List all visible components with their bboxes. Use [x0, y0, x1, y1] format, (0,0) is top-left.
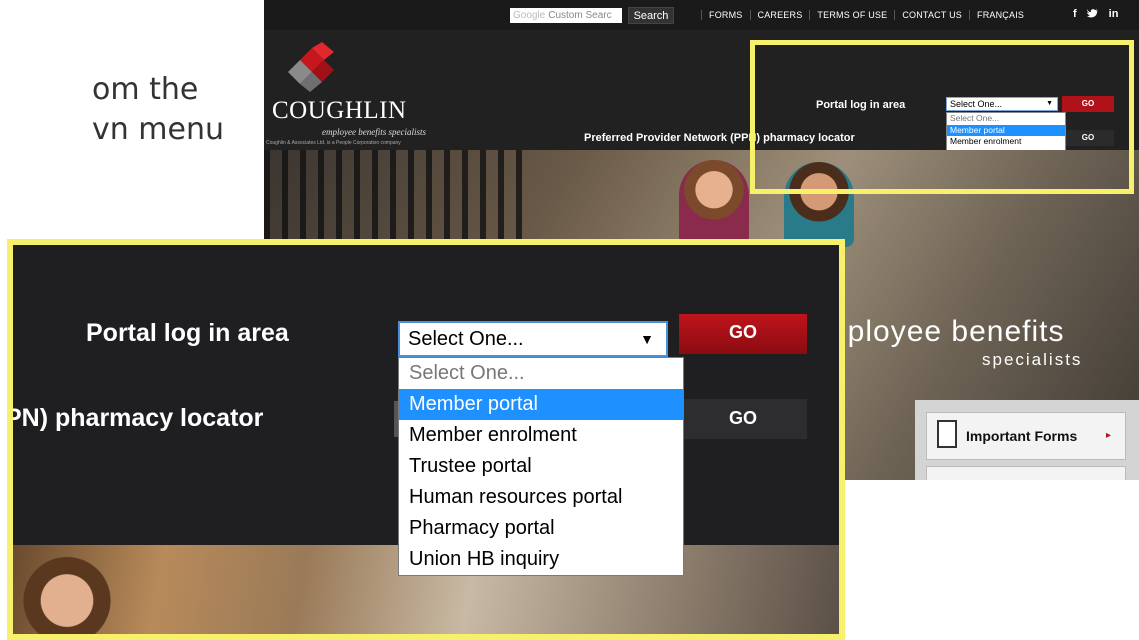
facebook-icon[interactable]: f: [1073, 8, 1077, 22]
zoom-portal-select[interactable]: Select One... ▼: [398, 321, 668, 357]
important-forms-label[interactable]: Important Forms: [966, 428, 1077, 444]
nav-francais[interactable]: FRANÇAIS: [969, 10, 1031, 20]
zoom-portal-dropdown-list: Select One... Member portal Member enrol…: [398, 357, 684, 576]
google-brand: Google: [513, 10, 546, 21]
hero-subheadline: specialists: [982, 350, 1083, 369]
search-placeholder: Custom Searc: [548, 10, 612, 21]
slide-text: om the vn menu: [92, 70, 224, 150]
zoom-ppn-label: PN) pharmacy locator: [7, 404, 264, 432]
top-nav: FORMS CAREERS TERMS OF USE CONTACT US FR…: [701, 10, 1031, 20]
zoom-option-member-enrolment[interactable]: Member enrolment: [399, 420, 683, 451]
nav-forms[interactable]: FORMS: [701, 10, 750, 20]
hero-headline: nployee benefits: [830, 315, 1065, 348]
coughlin-logo-icon: [288, 42, 334, 92]
zoom-inset: Portal log in area PN) pharmacy locator …: [7, 239, 845, 640]
logo-name[interactable]: COUGHLIN: [272, 97, 407, 125]
search-input[interactable]: Google Custom Searc: [510, 8, 622, 23]
zoom-option-member-portal[interactable]: Member portal: [399, 389, 683, 420]
top-bar: Google Custom Searc Search FORMS CAREERS …: [264, 0, 1139, 30]
zoom-child: [13, 545, 133, 634]
hero-child-1: [679, 160, 749, 245]
slide-line-2: vn menu: [92, 112, 225, 147]
nav-contact[interactable]: CONTACT US: [894, 10, 969, 20]
forms-arrow-icon: ▸: [1106, 430, 1112, 441]
slide-line-1: om the: [92, 72, 199, 107]
zoom-option-pharmacy-portal[interactable]: Pharmacy portal: [399, 513, 683, 544]
search-button[interactable]: Search: [628, 7, 674, 24]
zoom-option-hr-portal[interactable]: Human resources portal: [399, 482, 683, 513]
second-card[interactable]: [926, 466, 1126, 480]
zoom-portal-label: Portal log in area: [86, 319, 289, 347]
highlight-box-small: [750, 40, 1134, 194]
zoom-portal-go-button[interactable]: GO: [679, 314, 807, 354]
zoom-option-select-one[interactable]: Select One...: [399, 358, 683, 389]
linkedin-icon[interactable]: in: [1109, 8, 1119, 22]
zoom-option-trustee-portal[interactable]: Trustee portal: [399, 451, 683, 482]
document-icon: [937, 420, 957, 448]
logo-tagline: employee benefits specialists: [322, 127, 426, 137]
zoom-option-union-hb[interactable]: Union HB inquiry: [399, 544, 683, 575]
fence-decoration: [264, 150, 534, 250]
zoom-portal-select-value: Select One...: [408, 328, 524, 350]
zoom-dropdown-arrow-icon: ▼: [640, 331, 654, 347]
nav-terms[interactable]: TERMS OF USE: [809, 10, 894, 20]
zoom-ppn-go-button[interactable]: GO: [679, 399, 807, 439]
nav-careers[interactable]: CAREERS: [749, 10, 810, 20]
social-links: f in: [1073, 8, 1118, 22]
logo-subline: Coughlin & Associates Ltd. is a People C…: [266, 140, 401, 146]
twitter-icon[interactable]: [1086, 8, 1099, 22]
